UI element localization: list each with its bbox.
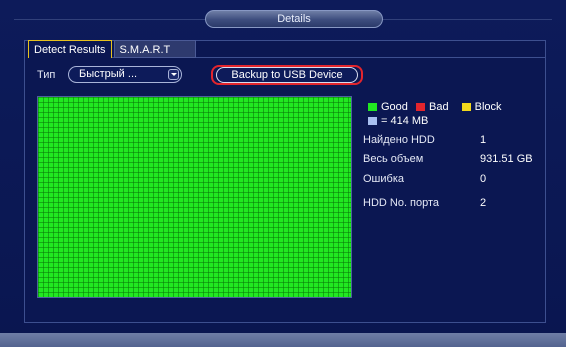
tab-detect-results[interactable]: Detect Results bbox=[28, 40, 112, 58]
legend-bad-label: Bad bbox=[428, 101, 449, 113]
legend-row-status: Good Bad Block bbox=[368, 100, 502, 114]
tab-bar: Detect Results S.M.A.R.T bbox=[28, 40, 196, 58]
info-label-total-capacity: Весь объем bbox=[363, 153, 424, 165]
type-select-value: Быстрый ... bbox=[79, 68, 138, 80]
type-select[interactable]: Быстрый ... bbox=[68, 66, 182, 83]
chevron-down-icon[interactable] bbox=[168, 69, 179, 80]
tab-smart[interactable]: S.M.A.R.T bbox=[113, 40, 196, 58]
type-label: Тип bbox=[37, 69, 56, 81]
info-label-errors: Ошибка bbox=[363, 173, 404, 185]
info-value-total-capacity: 931.51 GB bbox=[480, 153, 533, 165]
legend-good-label: Good bbox=[381, 101, 408, 113]
disk-block-map bbox=[37, 96, 352, 298]
legend: Good Bad Block = 414 MB bbox=[368, 100, 502, 128]
window-title: Details bbox=[205, 10, 383, 28]
bottom-bar bbox=[0, 333, 566, 347]
info-value-errors: 0 bbox=[480, 173, 487, 185]
info-label-hdd-port: HDD No. порта bbox=[363, 197, 440, 209]
backup-to-usb-button[interactable]: Backup to USB Device bbox=[216, 67, 358, 83]
legend-row-unit: = 414 MB bbox=[368, 114, 502, 128]
bad-swatch-icon bbox=[415, 103, 425, 111]
block-swatch-icon bbox=[461, 103, 471, 111]
legend-unit-label: = 414 MB bbox=[381, 115, 429, 127]
unit-swatch-icon bbox=[368, 117, 377, 125]
info-value-found-hdd: 1 bbox=[480, 134, 487, 146]
details-window: Details Detect Results S.M.A.R.T Тип Быс… bbox=[0, 0, 566, 347]
info-value-hdd-port: 2 bbox=[480, 197, 487, 209]
legend-block-label: Block bbox=[474, 101, 502, 113]
info-label-found-hdd: Найдено HDD bbox=[363, 134, 435, 146]
good-swatch-icon bbox=[368, 103, 377, 111]
